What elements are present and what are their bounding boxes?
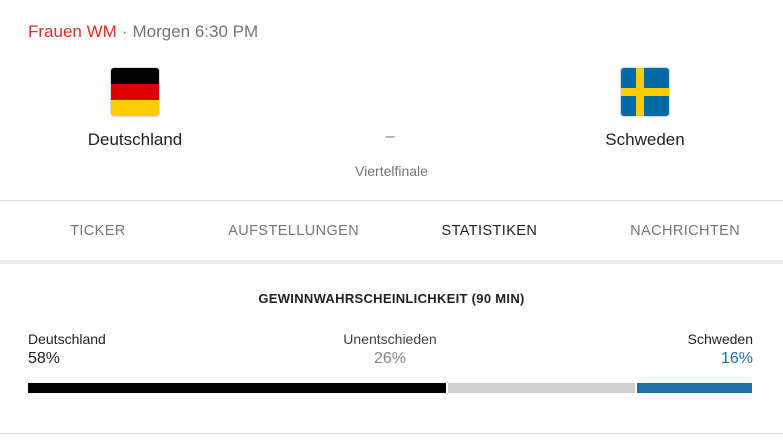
win-probability-title: GEWINNWAHRSCHEINLICHKEIT (90 MIN) — [258, 291, 525, 306]
probability-home-value: 58% — [28, 350, 61, 367]
league-link[interactable]: Frauen WM — [28, 22, 117, 41]
germany-flag-icon — [110, 67, 160, 117]
tabs-divider-bottom — [0, 260, 783, 264]
score: – — [385, 128, 395, 145]
match-stage: Viertelfinale — [355, 163, 428, 179]
away-team[interactable]: Schweden — [565, 67, 725, 150]
header-separator: · — [121, 22, 128, 41]
probability-draw-label: Unentschieden — [343, 331, 437, 347]
home-team-name: Deutschland — [87, 130, 183, 149]
probability-draw: Unentschieden 26% — [290, 331, 490, 367]
tab-bar: TICKER AUFSTELLUNGEN STATISTIKEN NACHRIC… — [0, 201, 783, 260]
probability-home: Deutschland 58% — [28, 331, 106, 367]
match-time: Morgen 6:30 PM — [132, 22, 259, 41]
probability-bar-draw — [448, 383, 635, 393]
tab-ticker[interactable]: TICKER — [0, 201, 196, 260]
probability-draw-value: 26% — [373, 350, 407, 367]
sweden-flag-icon — [620, 67, 670, 117]
probability-away-value: 16% — [720, 350, 753, 367]
probability-away: Schweden 16% — [688, 331, 753, 367]
tab-statistiken[interactable]: STATISTIKEN — [392, 201, 588, 260]
tab-aufstellungen[interactable]: AUFSTELLUNGEN — [196, 201, 392, 260]
probability-away-label: Schweden — [687, 331, 753, 347]
win-probability-bar — [28, 383, 753, 393]
match-header: Frauen WM · Morgen 6:30 PM — [28, 21, 258, 43]
probability-bar-away — [637, 383, 752, 393]
probability-bar-home — [28, 383, 446, 393]
home-team[interactable]: Deutschland — [55, 67, 215, 150]
bottom-divider — [0, 433, 783, 434]
probability-home-label: Deutschland — [28, 331, 106, 347]
tab-nachrichten[interactable]: NACHRICHTEN — [587, 201, 783, 260]
away-team-name: Schweden — [605, 130, 685, 149]
